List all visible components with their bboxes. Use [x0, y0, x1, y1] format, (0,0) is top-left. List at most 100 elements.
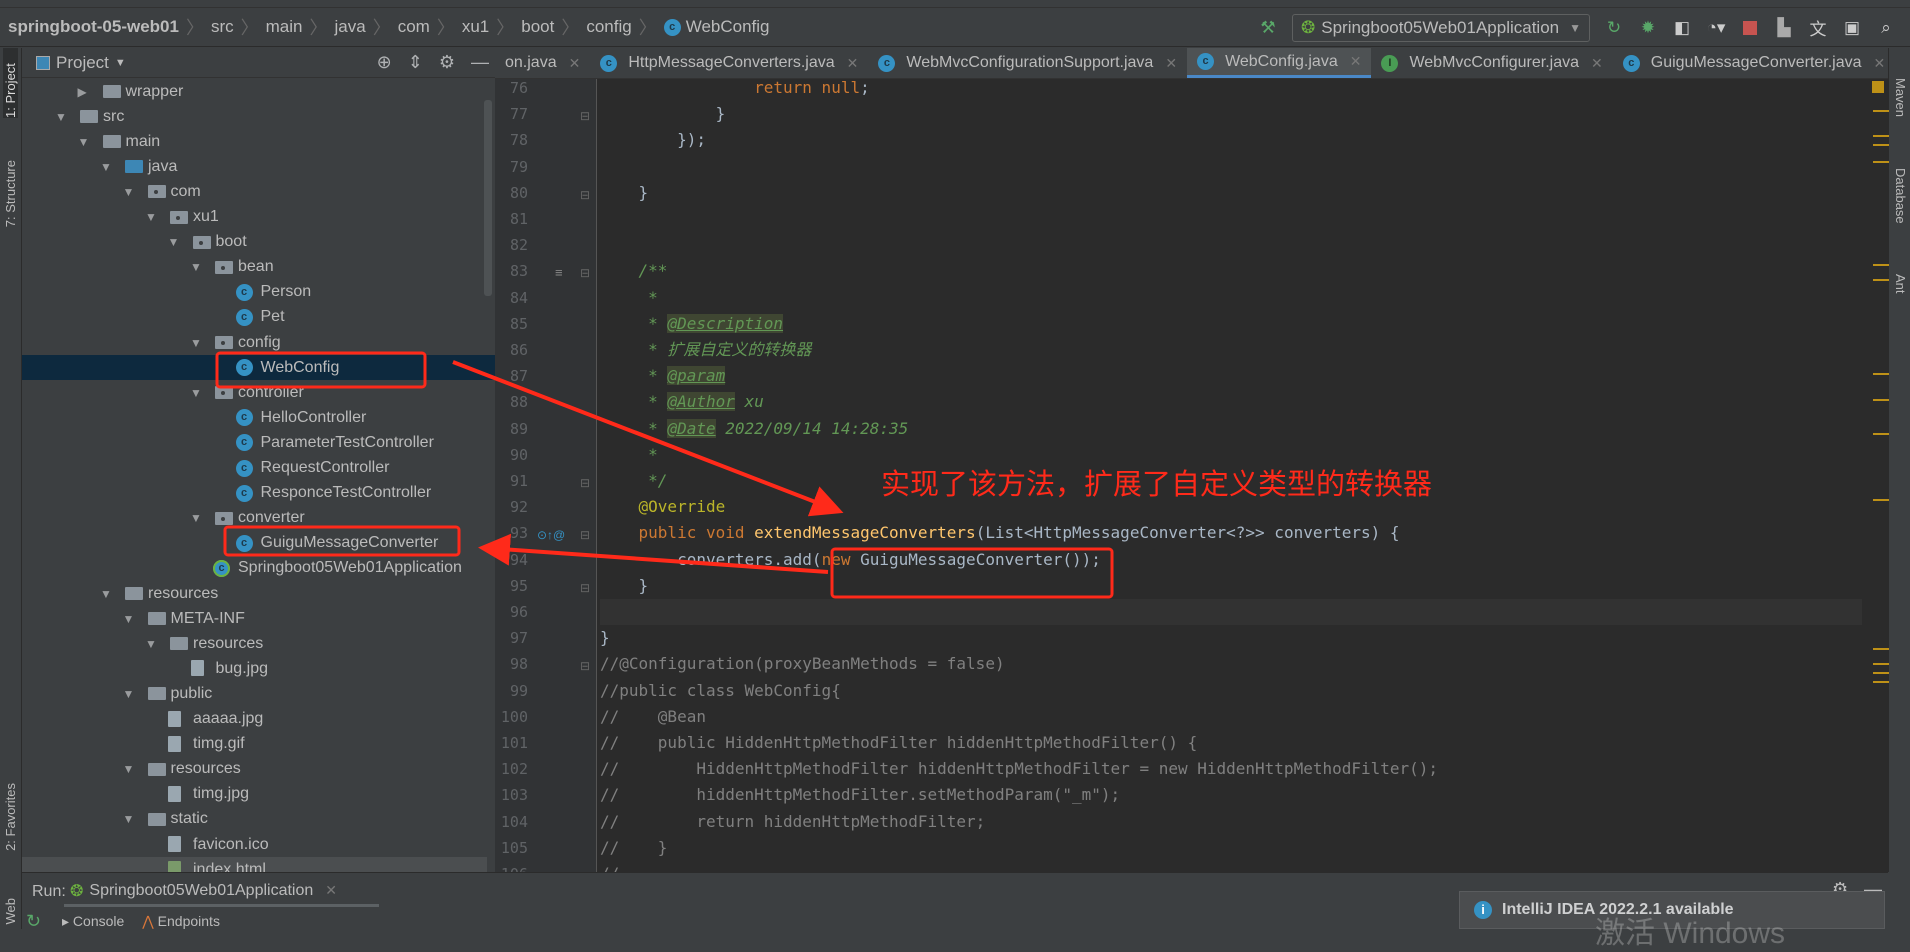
inspection-status-icon[interactable] — [1872, 81, 1884, 93]
code-line[interactable]: * @Description — [600, 311, 1877, 337]
breadcrumb-item[interactable]: c WebConfig — [663, 17, 770, 37]
close-icon[interactable]: ✕ — [1350, 53, 1362, 70]
code-line[interactable]: // public HiddenHttpMethodFilter hiddenH… — [600, 730, 1877, 756]
editor-tab[interactable]: I WebMvcConfigurer.java ✕ — [1371, 48, 1612, 78]
tree-item[interactable]: ▼ static — [22, 807, 495, 832]
code-line[interactable]: * @Date 2022/09/14 14:28:35 — [600, 416, 1877, 442]
code-line[interactable]: } — [600, 573, 1877, 599]
tree-item[interactable]: ▼ converter — [22, 506, 495, 531]
run-configuration-select[interactable]: ❂ Springboot05Web01Application ▼ — [1292, 13, 1590, 42]
code-line[interactable]: } — [600, 625, 1877, 651]
warning-marker[interactable] — [1873, 144, 1889, 146]
breadcrumb-item[interactable]: xu1 — [462, 17, 489, 37]
breadcrumb-item[interactable]: com — [398, 17, 430, 37]
chevron-down-icon[interactable]: ▼ — [123, 185, 135, 199]
code-line[interactable]: /** — [600, 258, 1877, 284]
chevron-down-icon[interactable]: ▼ — [145, 637, 157, 651]
tree-item[interactable]: favicon.ico — [22, 832, 495, 857]
project-structure-icon[interactable]: ▙ — [1774, 18, 1794, 38]
tree-item[interactable]: c RequestController — [22, 456, 495, 481]
code-line[interactable]: // return hiddenHttpMethodFilter; — [600, 809, 1877, 835]
tree-item[interactable]: bug.jpg — [22, 656, 495, 681]
tree-item[interactable]: c Pet — [22, 305, 495, 330]
warning-marker[interactable] — [1873, 160, 1889, 163]
fold-icon[interactable]: ⊟ — [580, 188, 590, 202]
endpoints-tab[interactable]: ⋀ Endpoints — [142, 913, 220, 930]
tree-item[interactable]: ▼ src — [22, 104, 495, 129]
tree-item[interactable]: c Person — [22, 280, 495, 305]
warning-marker[interactable] — [1873, 110, 1889, 113]
editor-tab[interactable]: on.java ✕ — [495, 48, 590, 78]
search-icon[interactable]: ⌕ — [1876, 18, 1896, 38]
structure-tool-button[interactable]: 7: Structure — [3, 160, 18, 227]
gear-icon[interactable]: ⚙ — [439, 52, 455, 73]
close-icon[interactable]: ✕ — [569, 55, 581, 72]
run-tab[interactable]: ❂ Springboot05Web01Application ✕ — [64, 877, 379, 907]
editor-tab[interactable]: c WebMvcConfigurationSupport.java ✕ — [868, 48, 1187, 78]
warning-marker[interactable] — [1873, 498, 1889, 501]
fold-icon[interactable]: ⊟ — [580, 266, 590, 280]
tree-item[interactable]: c ResponceTestController — [22, 481, 495, 506]
editor-tab[interactable]: c GuiguMessageConverter.java ✕ — [1613, 48, 1896, 78]
code-line[interactable]: } — [600, 180, 1877, 206]
database-tool-button[interactable]: Database — [1893, 168, 1908, 224]
tree-item[interactable]: ▼ java — [22, 154, 495, 179]
minimize-icon[interactable]: — — [471, 52, 489, 73]
tree-item[interactable]: ▼ boot — [22, 230, 495, 255]
tree-item[interactable]: ▼ xu1 — [22, 205, 495, 230]
code-line[interactable]: * @Author xu — [600, 389, 1877, 415]
chevron-down-icon[interactable]: ▼ — [123, 812, 135, 826]
code-line[interactable]: * @param — [600, 363, 1877, 389]
close-icon[interactable]: ✕ — [325, 882, 337, 899]
tree-item[interactable]: timg.gif — [22, 732, 495, 757]
chevron-down-icon[interactable]: ▼ — [78, 135, 90, 149]
tree-item[interactable]: ▼ META-INF — [22, 606, 495, 631]
hammer-icon[interactable]: ⚒ — [1258, 18, 1278, 38]
breadcrumb-item[interactable]: boot — [521, 17, 554, 37]
chevron-down-icon[interactable]: ▼ — [190, 336, 202, 350]
error-stripe[interactable] — [1862, 79, 1889, 872]
tree-item[interactable]: ▼ bean — [22, 255, 495, 280]
code-line[interactable] — [600, 232, 1877, 258]
collapse-all-icon[interactable]: ⇕ — [408, 52, 423, 73]
warning-marker[interactable] — [1873, 680, 1889, 683]
code-line[interactable]: * — [600, 285, 1877, 311]
warning-marker[interactable] — [1873, 263, 1889, 266]
tree-item[interactable]: ▼ com — [22, 179, 495, 204]
debug-icon[interactable]: ✹ — [1638, 18, 1658, 38]
editor-tab[interactable]: c WebConfig.java ✕ — [1187, 48, 1372, 78]
chevron-down-icon[interactable]: ▼ — [123, 612, 135, 626]
tree-item[interactable]: c Springboot05Web01Application — [22, 556, 495, 581]
chevron-down-icon[interactable]: ▼ — [190, 386, 202, 400]
breadcrumb-item[interactable]: config — [586, 17, 631, 37]
breadcrumb-item[interactable]: springboot-05-web01 — [8, 17, 179, 37]
chevron-down-icon[interactable]: ▼ — [190, 260, 202, 274]
doc-render-icon[interactable]: ≡ — [555, 265, 563, 280]
code-line[interactable]: // HiddenHttpMethodFilter hiddenHttpMeth… — [600, 756, 1877, 782]
tree-item[interactable]: c HelloController — [22, 405, 495, 430]
code-line[interactable] — [600, 206, 1877, 232]
project-tool-button[interactable]: 1: Project — [3, 48, 18, 118]
code-line[interactable]: // } — [600, 835, 1877, 861]
chevron-down-icon[interactable]: ▼ — [100, 160, 112, 174]
breadcrumb-item[interactable]: src — [211, 17, 234, 37]
locate-icon[interactable]: ⊕ — [377, 52, 392, 73]
web-tool-button[interactable]: Web — [3, 898, 18, 925]
code-line[interactable]: public void extendMessageConverters(List… — [600, 520, 1877, 546]
chevron-right-icon[interactable]: ▶ — [78, 85, 87, 99]
fold-icon[interactable]: ⊟ — [580, 581, 590, 595]
tree-item[interactable]: ▼ public — [22, 681, 495, 706]
breadcrumb-item[interactable]: java — [335, 17, 366, 37]
chevron-down-icon[interactable]: ▼ — [100, 587, 112, 601]
console-tab[interactable]: ▸ Console — [62, 913, 124, 930]
code-line[interactable]: // @Bean — [600, 704, 1877, 730]
tree-item[interactable]: timg.jpg — [22, 782, 495, 807]
chevron-down-icon[interactable]: ▼ — [123, 762, 135, 776]
tree-item[interactable]: ▼ controller — [22, 380, 495, 405]
code-line[interactable]: //public class WebConfig{ — [600, 678, 1877, 704]
code-line[interactable]: } — [600, 101, 1877, 127]
override-method-icon[interactable]: ⊙↑@ — [537, 528, 565, 542]
code-line[interactable] — [600, 154, 1877, 180]
warning-marker[interactable] — [1873, 432, 1889, 435]
coverage-icon[interactable]: ◧ — [1672, 18, 1692, 38]
